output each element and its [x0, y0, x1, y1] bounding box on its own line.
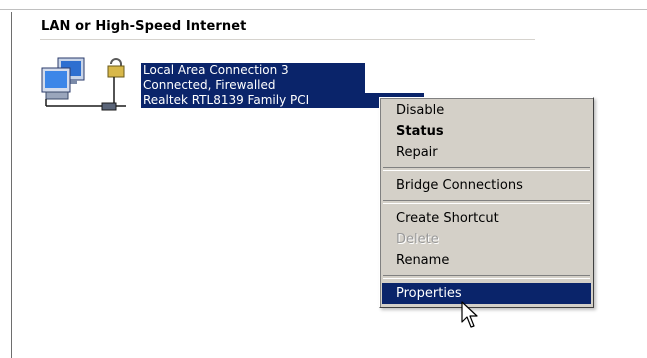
menu-item-properties[interactable]: Properties [382, 283, 591, 304]
menu-separator [383, 200, 590, 204]
menu-separator [383, 167, 590, 171]
menu-item-bridge-connections[interactable]: Bridge Connections [382, 175, 591, 196]
menu-separator [383, 275, 590, 279]
mouse-cursor-icon [460, 300, 484, 330]
menu-item-disable[interactable]: Disable [382, 100, 591, 121]
menu-item-create-shortcut[interactable]: Create Shortcut [382, 208, 591, 229]
connection-status: Connected, Firewalled [141, 78, 365, 93]
menu-item-rename[interactable]: Rename [382, 250, 591, 271]
left-divider [11, 12, 12, 358]
group-header: LAN or High-Speed Internet [41, 19, 247, 34]
menu-item-status[interactable]: Status [382, 121, 591, 142]
menu-item-delete: Delete [396, 232, 439, 247]
network-connection-icon[interactable] [36, 56, 136, 120]
menu-item-repair[interactable]: Repair [382, 142, 591, 163]
top-divider [0, 9, 647, 10]
context-menu: Disable Status Repair Bridge Connections… [379, 97, 594, 308]
connection-name: Local Area Connection 3 [141, 63, 365, 78]
group-header-underline [40, 39, 535, 40]
